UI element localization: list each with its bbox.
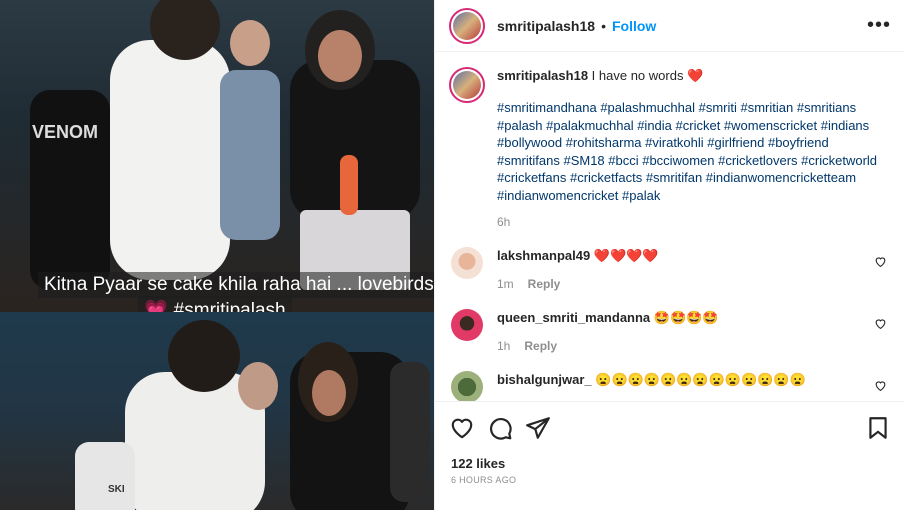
comment-username[interactable]: queen_smriti_mandanna xyxy=(497,310,650,325)
bookmark-icon[interactable] xyxy=(865,415,891,441)
caption-author-avatar[interactable] xyxy=(449,67,485,103)
post-timestamp[interactable]: 6 HOURS AGO xyxy=(451,475,516,485)
comment-time[interactable]: 1h xyxy=(497,339,510,353)
post-header: smritipalash18 • Follow ••• xyxy=(435,0,904,52)
post-media[interactable]: VENOM Kitna Pyaar se cake khila raha hai… xyxy=(0,0,434,510)
media-frame-bottom: SKI xyxy=(0,312,434,510)
comment-item: lakshmanpal49 ❤️❤️❤️❤️ 1m Reply xyxy=(449,247,891,293)
shirt-text-bottom: SKI xyxy=(108,484,125,495)
heart-icon[interactable] xyxy=(449,415,475,441)
more-options-icon[interactable]: ••• xyxy=(867,14,891,37)
comment-like-icon[interactable] xyxy=(874,379,887,392)
comment-item: queen_smriti_mandanna 🤩🤩🤩🤩 1h Reply xyxy=(449,309,891,355)
author-username[interactable]: smritipalash18 xyxy=(497,18,595,34)
comment-like-icon[interactable] xyxy=(874,317,887,330)
comment-username[interactable]: lakshmanpal49 xyxy=(497,248,590,263)
likes-count[interactable]: 122 likes xyxy=(451,456,505,471)
caption-hashtags[interactable]: #smritimandhana #palashmuchhal #smriti #… xyxy=(497,99,891,204)
caption-username[interactable]: smritipalash18 xyxy=(497,68,588,83)
comment-time[interactable]: 1m xyxy=(497,277,514,291)
media-frame-top: VENOM xyxy=(0,0,434,312)
comment-text: ❤️❤️❤️❤️ xyxy=(593,248,659,263)
comment-text: 🤩🤩🤩🤩 xyxy=(653,310,719,325)
comment-like-icon[interactable] xyxy=(874,255,887,268)
comment-icon[interactable] xyxy=(487,415,513,441)
action-bar xyxy=(435,401,904,453)
comments-section[interactable]: smritipalash18 I have no words ❤️ #smrit… xyxy=(435,53,904,401)
author-avatar[interactable] xyxy=(449,7,485,44)
commenter-avatar[interactable] xyxy=(451,371,483,401)
red-heart-emoji: ❤️ xyxy=(687,68,704,83)
header-separator: • xyxy=(601,17,606,34)
reply-button[interactable]: Reply xyxy=(524,339,557,353)
commenter-avatar[interactable] xyxy=(451,247,483,279)
comment-text: 😦😦😦😦😦😦😦😦😦😦😦😦😦 xyxy=(595,372,806,387)
caption-text: I have no words xyxy=(591,68,684,83)
comment-item: bishalgunjwar_ 😦😦😦😦😦😦😦😦😦😦😦😦😦 xyxy=(449,371,891,401)
shirt-text-top: VENOM xyxy=(32,122,99,142)
post-caption: smritipalash18 I have no words ❤️ #smrit… xyxy=(449,67,891,231)
video-caption-line1: Kitna Pyaar se cake khila raha hai ... l… xyxy=(38,272,434,298)
follow-button[interactable]: Follow xyxy=(612,18,656,34)
comment-username[interactable]: bishalgunjwar_ xyxy=(497,372,592,387)
share-icon[interactable] xyxy=(525,415,551,441)
commenter-avatar[interactable] xyxy=(451,309,483,341)
reply-button[interactable]: Reply xyxy=(528,277,561,291)
caption-time[interactable]: 6h xyxy=(497,214,891,231)
post-details-panel: smritipalash18 • Follow ••• smritipalash… xyxy=(434,0,904,510)
